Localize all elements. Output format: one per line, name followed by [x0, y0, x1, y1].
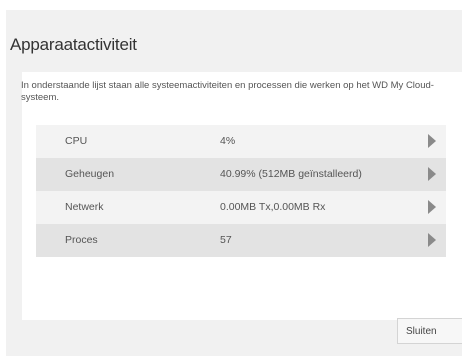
row-label: Netwerk	[65, 201, 104, 213]
activity-row-network[interactable]: Netwerk 0.00MB Tx,0.00MB Rx	[36, 191, 446, 224]
row-label: Proces	[65, 234, 98, 246]
row-value: 57	[220, 234, 232, 246]
chevron-right-icon[interactable]	[428, 200, 436, 214]
dialog-description: In onderstaande lijst staan alle systeem…	[21, 80, 434, 103]
page: Apparaatactiviteit In onderstaande lijst…	[0, 0, 462, 356]
activity-row-memory[interactable]: Geheugen 40.99% (512MB geïnstalleerd)	[36, 158, 446, 191]
row-value: 40.99% (512MB geïnstalleerd)	[220, 168, 362, 180]
activity-row-cpu[interactable]: CPU 4%	[36, 125, 446, 158]
chevron-right-icon[interactable]	[428, 134, 436, 148]
chevron-right-icon[interactable]	[428, 233, 436, 247]
dialog-title: Apparaatactiviteit	[10, 35, 137, 54]
activity-table: CPU 4% Geheugen 40.99% (512MB geïnstalle…	[36, 125, 446, 257]
close-button[interactable]: Sluiten	[397, 318, 462, 344]
chevron-right-icon[interactable]	[428, 167, 436, 181]
row-label: Geheugen	[65, 168, 115, 180]
row-label: CPU	[65, 135, 88, 147]
row-value: 0.00MB Tx,0.00MB Rx	[220, 201, 326, 213]
row-value: 4%	[220, 135, 236, 147]
activity-row-process[interactable]: Proces 57	[36, 224, 446, 257]
